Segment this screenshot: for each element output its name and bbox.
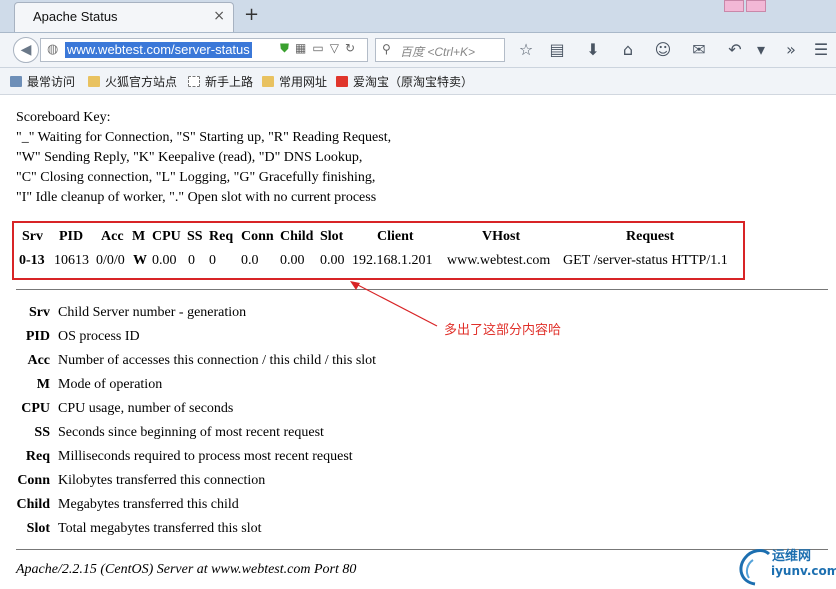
definition-key: Child — [16, 497, 50, 512]
definition-text: Seconds since beginning of most recent r… — [58, 425, 324, 440]
definition-key: CPU — [21, 401, 50, 416]
definition-key: Srv — [29, 305, 50, 320]
definition-key: Acc — [27, 353, 50, 368]
annotation-text: 多出了这部分内容哈 — [444, 323, 562, 338]
definition-key: PID — [25, 329, 50, 344]
definition-text: Mode of operation — [58, 377, 163, 392]
definition-key: M — [36, 377, 50, 392]
definition-text: CPU usage, number of seconds — [58, 401, 234, 416]
definition-text: Kilobytes transferred this connection — [58, 473, 266, 488]
server-signature: Apache/2.2.15 (CentOS) Server at www.web… — [16, 562, 357, 577]
definition-text: Number of accesses this connection / thi… — [58, 353, 377, 368]
definition-key: Req — [25, 449, 50, 464]
definition-text: Megabytes transferred this child — [58, 497, 239, 512]
definition-key: Conn — [17, 473, 50, 488]
divider — [16, 549, 828, 550]
definition-text: Child Server number - generation — [58, 305, 247, 320]
definition-text: OS process ID — [58, 329, 140, 344]
watermark-text: iyunv.com — [771, 564, 836, 578]
definition-key: Slot — [26, 521, 50, 536]
definition-key: SS — [34, 425, 50, 440]
watermark-text: 运维网 — [772, 549, 812, 564]
definition-text: Milliseconds required to process most re… — [58, 449, 353, 464]
definition-text: Total megabytes transferred this slot — [58, 521, 262, 536]
